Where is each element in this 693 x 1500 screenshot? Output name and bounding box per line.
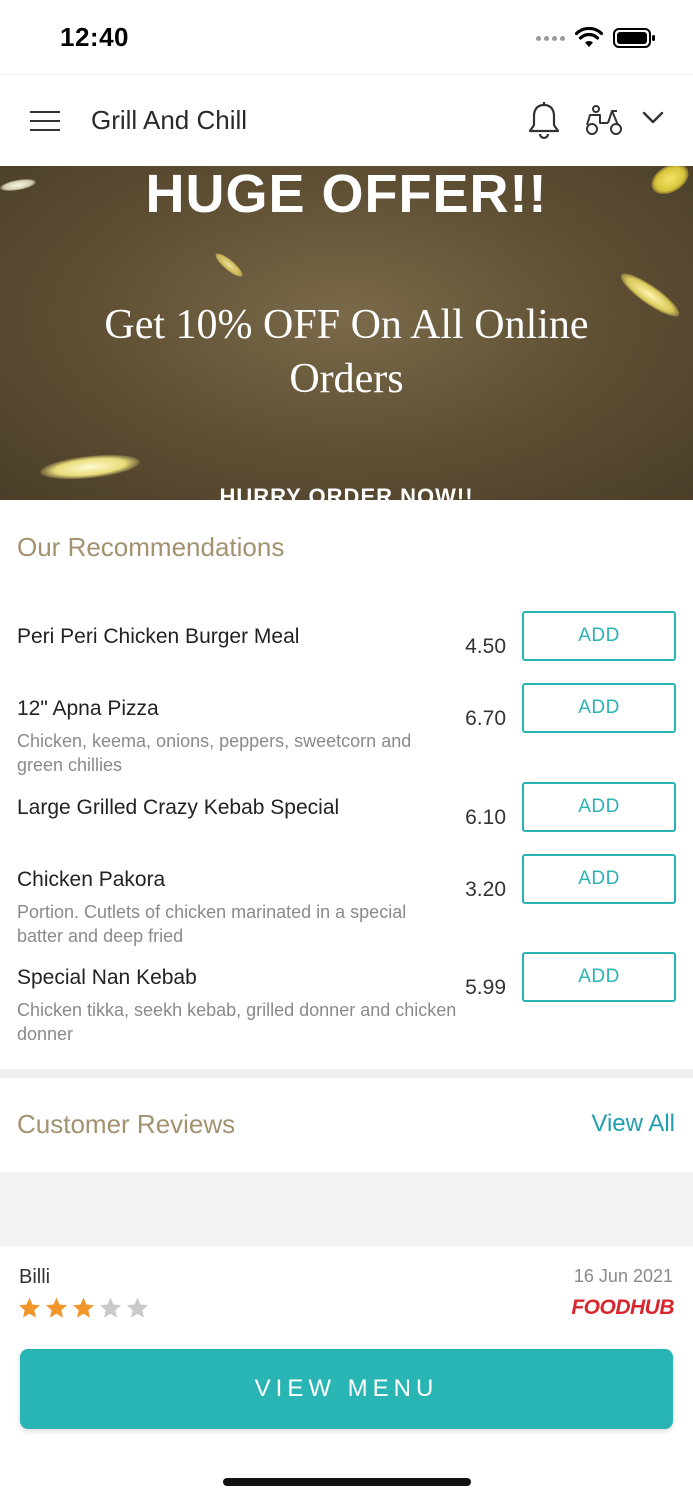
star-filled-icon (19, 1297, 40, 1318)
restaurant-title: Grill And Chill (91, 105, 248, 135)
wifi-icon (575, 27, 603, 47)
view-menu-button[interactable]: VIEW MENU (20, 1349, 673, 1429)
battery-icon (613, 28, 655, 48)
home-indicator (223, 1478, 471, 1486)
item-name: Special Nan Kebab (17, 966, 197, 989)
add-button[interactable]: ADD (522, 611, 676, 661)
review-date: 16 Jun 2021 (573, 1266, 673, 1286)
item-name: Peri Peri Chicken Burger Meal (17, 625, 300, 648)
star-rating (17, 1296, 150, 1320)
item-description: Chicken tikka, seekh kebab, grilled donn… (17, 1000, 457, 1044)
item-description: Chicken, keema, onions, peppers, sweetco… (17, 731, 412, 775)
item-description: Portion. Cutlets of chicken marinated in… (17, 902, 407, 946)
star-filled-icon (73, 1297, 94, 1318)
star-filled-icon (46, 1297, 67, 1318)
item-name: Chicken Pakora (17, 868, 166, 891)
star-empty-icon (127, 1297, 148, 1318)
reviews-title: Customer Reviews (17, 1109, 236, 1139)
signal-icon (536, 35, 565, 41)
status-icons (536, 24, 657, 52)
status-time: 12:40 (60, 22, 129, 52)
item-price: 3.20 (465, 878, 506, 901)
confetti-decoration (39, 450, 141, 484)
app-header: Grill And Chill (0, 74, 693, 166)
chevron-down-icon[interactable] (642, 111, 664, 125)
item-price: 6.70 (465, 707, 506, 730)
add-button[interactable]: ADD (522, 683, 676, 733)
banner-offer-line: Orders (289, 356, 404, 402)
item-price: 4.50 (465, 635, 506, 658)
reviews-spacer (0, 1172, 693, 1246)
foodhub-logo: FOODHUB (571, 1296, 674, 1319)
scooter-icon[interactable] (584, 105, 624, 137)
item-price: 5.99 (465, 976, 506, 999)
menu-icon[interactable] (30, 111, 60, 133)
offer-banner[interactable]: HUGE OFFER!! Get 10% OFF On All Online O… (0, 166, 693, 500)
add-button[interactable]: ADD (522, 952, 676, 1002)
add-button[interactable]: ADD (522, 782, 676, 832)
confetti-decoration (212, 250, 246, 280)
item-name: Large Grilled Crazy Kebab Special (17, 796, 340, 819)
bell-icon[interactable] (527, 101, 561, 141)
view-all-link[interactable]: View All (591, 1110, 675, 1138)
status-bar: 12:40 (0, 0, 693, 70)
banner-offer-text: Get 10% OFF On All Online Orders (40, 298, 653, 406)
item-name: 12" Apna Pizza (17, 697, 159, 720)
section-divider (0, 1069, 693, 1078)
item-price: 6.10 (465, 806, 506, 829)
banner-cta: HURRY ORDER NOW!! (219, 484, 474, 500)
banner-offer-line: Get 10% OFF On All Online (104, 302, 589, 348)
recommendations-title: Our Recommendations (17, 532, 285, 562)
star-empty-icon (100, 1297, 121, 1318)
reviewer-name: Billi (19, 1266, 51, 1288)
banner-headline: HUGE OFFER!! (145, 166, 548, 224)
add-button[interactable]: ADD (522, 854, 676, 904)
